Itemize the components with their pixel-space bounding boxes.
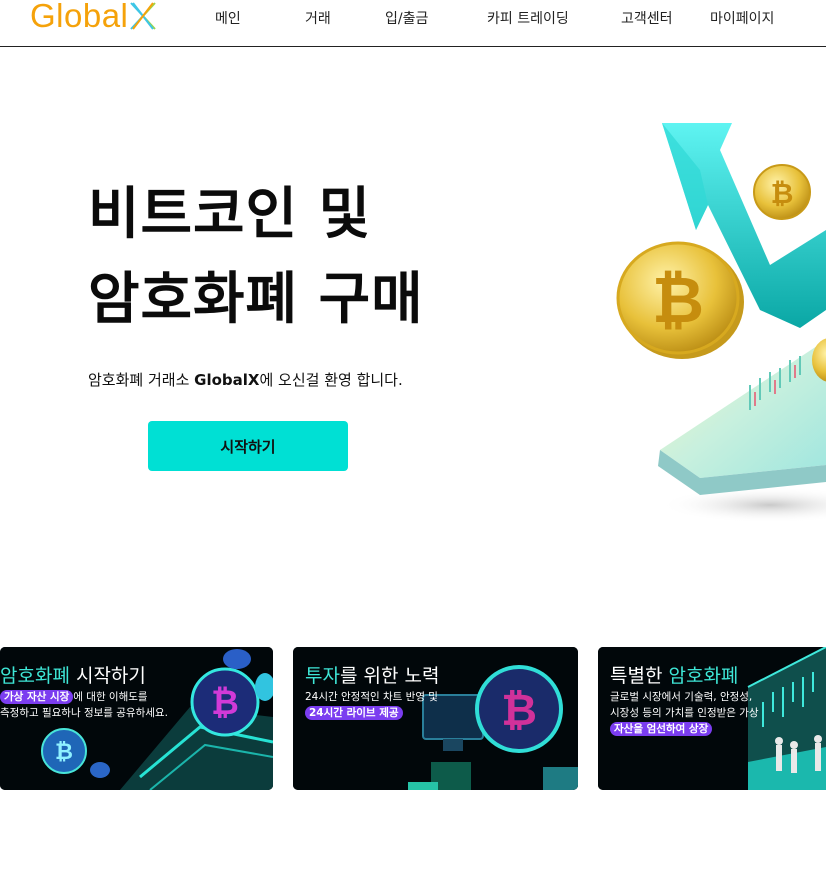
card-line-3: 자산을 엄선하여 상장 (610, 722, 713, 737)
svg-text:₿: ₿ (55, 740, 73, 765)
globalx-logo[interactable]: Global (30, 0, 157, 38)
start-button[interactable]: 시작하기 (148, 421, 348, 471)
hero-subtitle-prefix: 암호화폐 거래소 (88, 371, 195, 389)
card-pill: 24시간 라이브 제공 (305, 706, 403, 720)
card-title: 투자를 위한 노력 (305, 661, 439, 688)
card-line-1: 24시간 안정적인 차트 반영 및 (305, 691, 438, 703)
nav-item-trade[interactable]: 거래 (305, 8, 331, 28)
svg-text:₿: ₿ (652, 264, 704, 338)
hero-subtitle: 암호화폐 거래소 GlobalX에 오신걸 환영 합니다. (88, 369, 403, 390)
card-title-highlight: 암호화폐 (668, 665, 739, 687)
card-line-1: 글로벌 시장에서 기술력, 안정성, (610, 691, 753, 703)
nav-item-my-page[interactable]: 마이페이지 (710, 8, 774, 28)
card-title-highlight: 투자 (305, 665, 340, 687)
logo-text: Global (30, 0, 129, 34)
hero-subtitle-brand: GlobalX (194, 371, 260, 389)
nav-item-main[interactable]: 메인 (215, 8, 241, 28)
hero-subtitle-suffix: 에 오신걸 환영 합니다. (259, 371, 403, 389)
card-title: 암호화폐 시작하기 (0, 661, 146, 688)
feature-card-investment[interactable]: ₿ 투자를 위한 노력 24시간 안정적인 차트 반영 및 24시간 라이브 제… (293, 647, 578, 790)
svg-text:₿: ₿ (771, 177, 794, 210)
card-title-rest: 시작하기 (69, 665, 146, 687)
card-line-2: 24시간 라이브 제공 (305, 706, 403, 721)
svg-text:₿: ₿ (211, 683, 239, 723)
top-navigation-bar: Global 메인 거래 입/출금 카피 트레이딩 고객센터 마이페이지 (0, 0, 826, 47)
card-line-2: 측정하고 필요하나 정보를 공유하세요. (0, 707, 168, 719)
card-line-1: 가상 자산 시장 에 대한 이해도를 (0, 690, 148, 705)
hero-title-line-1: 비트코인 및 (88, 182, 372, 247)
card-line-2: 시장성 등의 가치를 인정받은 가상 (610, 707, 759, 719)
bitcoin-coins-rising-arrow-icon: ₿ ₿ (616, 123, 826, 523)
card-title-rest: 를 위한 노력 (339, 665, 440, 687)
card-title-prefix: 특별한 (610, 665, 669, 687)
card-title: 특별한 암호화폐 (610, 661, 738, 688)
logo-x-mark-icon (130, 2, 157, 30)
hero-title-line-2: 암호화폐 구매 (88, 267, 424, 332)
feature-card-special[interactable]: 특별한 암호화폐 글로벌 시장에서 기술력, 안정성, 시장성 등의 가치를 인… (598, 647, 826, 790)
feature-card-start[interactable]: ₿ ₿ 암호화폐 시작하기 가상 자산 시장 에 대한 이해도를 측정하고 필요하… (0, 647, 273, 790)
svg-text:₿: ₿ (501, 685, 537, 736)
card-pill: 자산을 엄선하여 상장 (610, 722, 713, 736)
nav-item-customer-center[interactable]: 고객센터 (621, 8, 673, 28)
card-line-1-text: 에 대한 이해도를 (73, 691, 148, 703)
card-pill: 가상 자산 시장 (0, 690, 74, 704)
nav-item-copy-trading[interactable]: 카피 트레이딩 (487, 8, 569, 28)
card-title-highlight: 암호화폐 (0, 665, 70, 687)
nav-item-deposit-withdraw[interactable]: 입/출금 (385, 8, 428, 28)
